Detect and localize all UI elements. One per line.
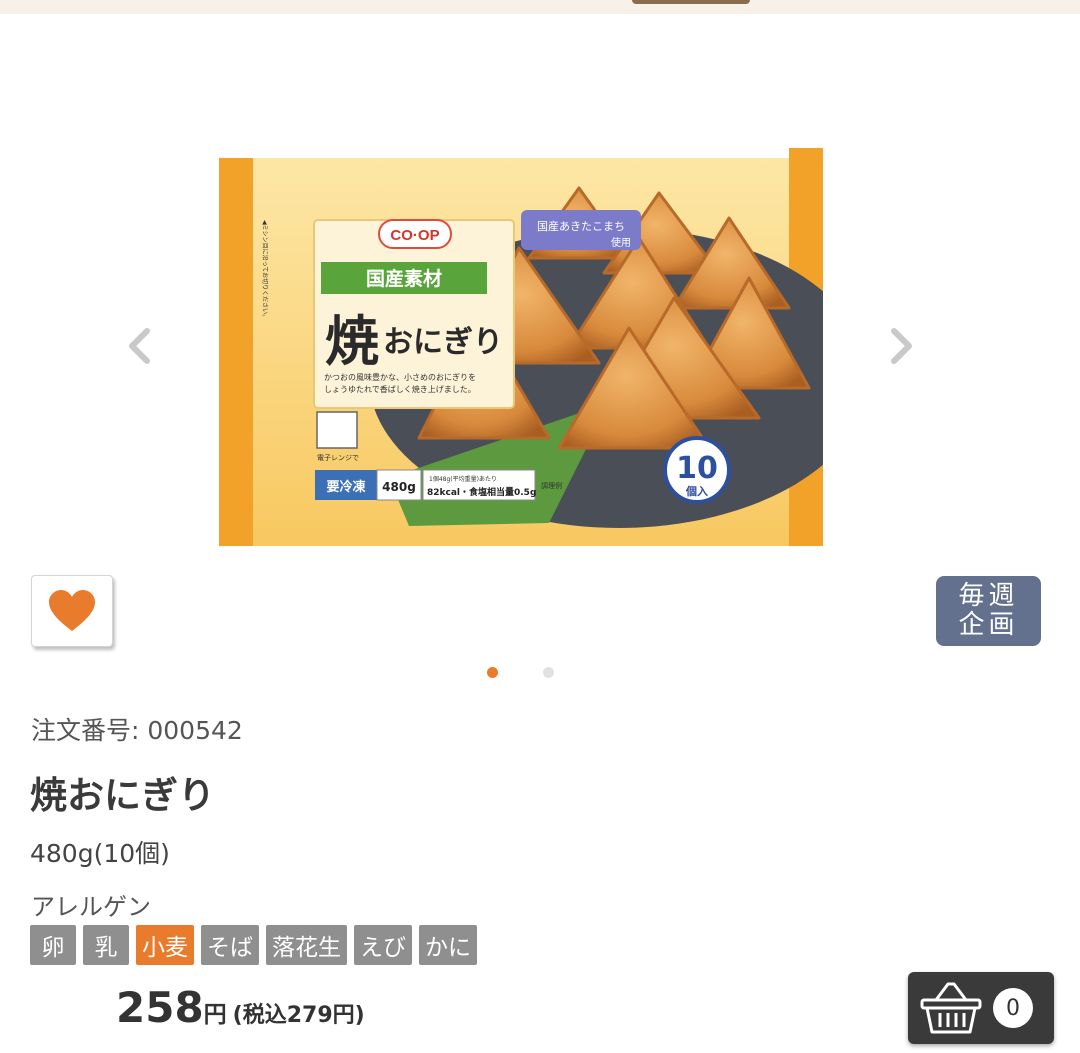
allergen-list: 卵 乳 小麦 そば 落花生 えび かに xyxy=(30,925,477,965)
cart-count-badge: 0 xyxy=(993,988,1033,1028)
chevron-right-icon xyxy=(891,328,912,364)
package-weight: 480g xyxy=(382,480,416,494)
seasoning-note: 調理例 xyxy=(541,481,562,490)
top-bar xyxy=(0,0,1080,14)
price-value: 258 xyxy=(116,983,204,1032)
allergen-label: アレルゲン xyxy=(31,893,151,921)
cart-button[interactable]: 0 xyxy=(908,972,1054,1044)
package-description-1: かつおの風味豊かな、小さめのおにぎりを xyxy=(324,372,476,382)
carousel-dot-2[interactable] xyxy=(543,667,554,678)
package-kana: おにぎり xyxy=(383,325,503,360)
nutrition-kcal: 82kcal・食塩相当量0.5g xyxy=(427,486,536,498)
weekly-promo-badge: 毎週 企画 xyxy=(936,576,1041,646)
favorite-button[interactable] xyxy=(31,575,113,647)
allergen-tag: 落花生 xyxy=(266,925,347,965)
tag-domestic: 国産素材 xyxy=(366,267,442,290)
chevron-left-icon xyxy=(129,328,150,364)
count-unit: 個入 xyxy=(685,484,708,498)
weekly-badge-line1: 毎週 xyxy=(958,581,1019,611)
allergen-tag: えび xyxy=(354,925,412,965)
heart-icon xyxy=(49,590,95,631)
brand-logo: CO·OP xyxy=(390,227,439,244)
allergen-tag: かに xyxy=(419,925,477,965)
carousel-dot-1[interactable] xyxy=(487,667,498,678)
allergen-tag-active: 小麦 xyxy=(136,925,194,965)
nutrition-note: 1個48g(平均重量)あたり xyxy=(429,475,497,483)
rice-badge-use: 使用 xyxy=(611,236,631,249)
top-bar-tab-indicator xyxy=(632,0,750,4)
package-side-note: ◀ミシン目に沿ってお切りください。 xyxy=(261,220,269,320)
carousel-prev-button[interactable] xyxy=(119,324,159,368)
count-number: 10 xyxy=(676,451,718,486)
product-quantity: 480g(10個) xyxy=(30,839,170,868)
product-image: CO·OP 国産素材 焼 おにぎり かつおの風味豊かな、小さめのおにぎりを しょ… xyxy=(219,148,823,546)
frozen-label: 要冷凍 xyxy=(326,479,366,495)
package-kanji: 焼 xyxy=(325,309,379,373)
allergen-tag: そば xyxy=(201,925,259,965)
package-description-2: しょうゆたれで香ばしく焼き上げました。 xyxy=(324,384,476,394)
price-tax-included: (税込279円) xyxy=(232,1003,365,1028)
rice-badge-text: 国産あきたこまち xyxy=(537,220,625,233)
weekly-badge-line2: 企画 xyxy=(958,610,1019,640)
product-title: 焼おにぎり xyxy=(30,774,215,817)
basket-icon xyxy=(920,982,982,1034)
order-number: 注文番号: 000542 xyxy=(31,716,243,745)
microwave-label: 電子レンジで xyxy=(317,454,359,462)
allergen-tag: 卵 xyxy=(30,925,76,965)
allergen-tag: 乳 xyxy=(83,925,129,965)
price-unit: 円 xyxy=(203,1002,227,1028)
price: 258 円 (税込279円) xyxy=(116,983,365,1032)
carousel-next-button[interactable] xyxy=(882,324,922,368)
